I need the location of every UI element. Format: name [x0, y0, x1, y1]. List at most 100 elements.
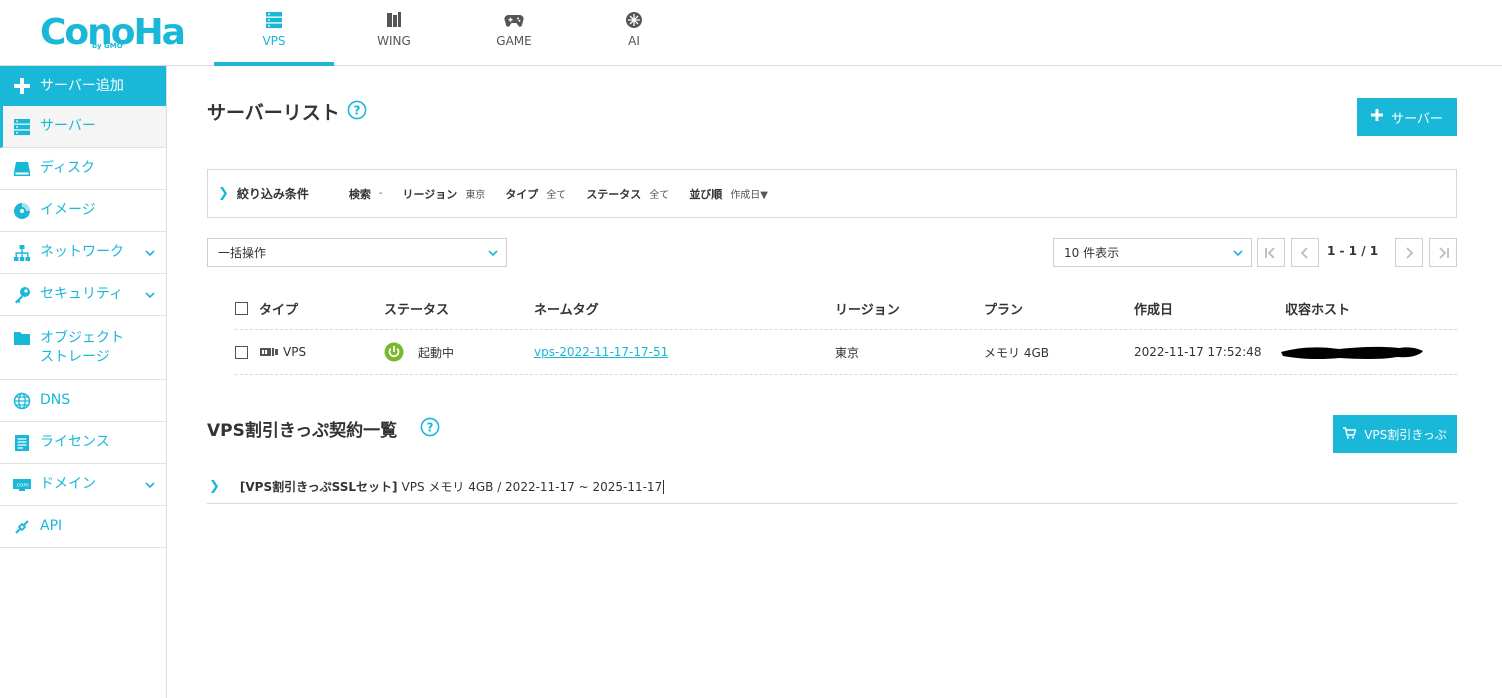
topnav-ai[interactable]: AI: [574, 0, 694, 66]
sidebar-item-network[interactable]: ネットワーク: [0, 232, 166, 274]
row-checkbox[interactable]: [235, 345, 248, 359]
row-name-tag-cell: vps-2022-11-17-17-51: [534, 330, 668, 374]
filter-search-key: 検索: [348, 187, 371, 201]
topnav-label: VPS: [262, 34, 286, 48]
add-server-button[interactable]: サーバー: [1357, 98, 1457, 136]
add-server-label: サーバー: [1391, 111, 1443, 127]
prev-page-button[interactable]: [1291, 238, 1319, 267]
sidebar-item-image[interactable]: イメージ: [0, 190, 166, 232]
row-created: 2022-11-17 17:52:48: [1134, 345, 1262, 359]
filter-region-value: 東京: [465, 190, 486, 201]
first-page-icon: [1265, 246, 1275, 259]
row-type: VPS: [283, 345, 307, 359]
col-plan[interactable]: プラン: [984, 288, 1023, 329]
bulk-action-select[interactable]: 一括操作: [207, 238, 507, 267]
row-type-cell: VPS: [259, 330, 306, 374]
sidebar-item-api[interactable]: API: [0, 506, 166, 548]
coupon-detail: VPS メモリ 4GB / 2022-11-17 ~ 2025-11-17: [401, 480, 663, 494]
sidebar-item-license[interactable]: ライセンス: [0, 422, 166, 464]
domain-icon: .com: [12, 475, 32, 495]
chevron-right-icon[interactable]: ❯: [209, 479, 220, 494]
sidebar-item-label: イメージ: [40, 202, 96, 218]
page-title: サーバーリスト: [207, 102, 340, 124]
next-page-button[interactable]: [1395, 238, 1423, 267]
chevron-down-icon: [145, 481, 155, 488]
server-name-link[interactable]: vps-2022-11-17-17-51: [534, 345, 668, 359]
topnav-vps[interactable]: VPS: [214, 0, 334, 66]
license-icon: [12, 433, 32, 453]
col-region[interactable]: リージョン: [835, 288, 900, 329]
server-table: タイプ ステータス ネームタグ リージョン プラン 作成日 収容ホスト VPS …: [235, 288, 1457, 375]
filter-sort-key: 並び順: [689, 187, 723, 201]
col-status[interactable]: ステータス: [384, 288, 449, 329]
disk-icon: [12, 159, 32, 179]
coupon-row[interactable]: ❯ [VPS割引きっぷSSLセット] VPS メモリ 4GB / 2022-11…: [207, 470, 1457, 504]
help-icon[interactable]: ?: [347, 100, 367, 120]
col-host[interactable]: 収容ホスト: [1285, 288, 1350, 329]
coupon-button[interactable]: VPS割引きっぷ: [1333, 415, 1457, 453]
wing-icon: [384, 10, 404, 30]
select-all-checkbox[interactable]: [235, 302, 248, 315]
per-page-select[interactable]: 10 件表示: [1053, 238, 1252, 267]
sidebar-item-object-storage[interactable]: オブジェクト ストレージ: [0, 316, 166, 380]
server-icon: [264, 10, 284, 30]
sidebar-item-label-line1: オブジェクト: [40, 329, 124, 346]
sidebar-item-disk[interactable]: ディスク: [0, 148, 166, 190]
bulk-action-value: 一括操作: [218, 246, 267, 260]
power-icon: [384, 342, 404, 362]
key-icon: [12, 285, 32, 305]
col-created[interactable]: 作成日: [1134, 288, 1173, 329]
gamepad-icon: [504, 10, 524, 30]
sidebar-item-security[interactable]: セキュリティ: [0, 274, 166, 316]
pagination-status: 1 - 1 / 1: [1327, 244, 1379, 258]
sidebar-item-label: セキュリティ: [40, 286, 124, 302]
sidebar-item-add-server[interactable]: サーバー追加: [0, 66, 166, 106]
api-icon: [12, 517, 32, 537]
coupon-section-title: VPS割引きっぷ契約一覧: [207, 421, 398, 441]
sidebar: サーバー追加 サーバー ディスク イメージ ネットワーク セキュリティ オブジェ…: [0, 66, 167, 698]
row-region: 東京: [835, 345, 860, 360]
logo-sub: by GMO: [92, 42, 123, 50]
last-page-button[interactable]: [1429, 238, 1457, 267]
sidebar-item-dns[interactable]: DNS: [0, 380, 166, 422]
row-status: 起動中: [418, 345, 455, 360]
sidebar-item-label: ドメイン: [40, 476, 96, 492]
coupon-name: [VPS割引きっぷSSLセット]: [239, 480, 398, 494]
chevron-right-icon: [1406, 246, 1414, 259]
last-page-icon: [1439, 246, 1449, 259]
top-nav: VPS WING GAME AI: [214, 0, 694, 66]
first-page-button[interactable]: [1257, 238, 1285, 267]
table-row[interactable]: VPS 起動中 vps-2022-11-17-17-51 東京 メモリ 4GB …: [235, 330, 1457, 375]
sidebar-item-label: API: [40, 518, 63, 534]
sidebar-item-domain[interactable]: .com ドメイン: [0, 464, 166, 506]
top-bar: ConoHa by GMO VPS WING GAME AI: [0, 0, 1502, 66]
col-type[interactable]: タイプ: [259, 288, 298, 329]
filter-search-value: -: [378, 188, 383, 199]
table-header: タイプ ステータス ネームタグ リージョン プラン 作成日 収容ホスト: [235, 288, 1457, 330]
filter-sort-value: 作成日▼: [730, 190, 769, 201]
col-name-tag[interactable]: ネームタグ: [534, 288, 599, 329]
conoha-logo[interactable]: ConoHa by GMO: [40, 12, 186, 54]
help-icon[interactable]: ?: [420, 417, 440, 437]
sidebar-item-label: サーバー: [40, 118, 96, 134]
sidebar-item-server[interactable]: サーバー: [0, 106, 166, 148]
row-plan: メモリ 4GB: [984, 345, 1049, 360]
filter-title: 絞り込み条件: [236, 187, 309, 201]
filter-type-key: タイプ: [505, 187, 539, 201]
chevron-right-icon[interactable]: ❯: [218, 186, 229, 201]
topnav-wing[interactable]: WING: [334, 0, 454, 66]
per-page-value: 10 件表示: [1064, 246, 1120, 260]
chevron-down-icon: [1233, 250, 1243, 257]
sidebar-item-label: ネットワーク: [40, 244, 124, 260]
svg-text:?: ?: [427, 421, 434, 435]
image-disc-icon: [12, 201, 32, 221]
filter-panel[interactable]: ❯ 絞り込み条件 検索 - リージョン 東京 タイプ 全て ステータス 全て 並…: [207, 169, 1457, 218]
chevron-down-icon: [145, 291, 155, 298]
globe-icon: [12, 391, 32, 411]
ai-icon: [624, 10, 644, 30]
svg-text:?: ?: [354, 104, 361, 118]
chevron-down-icon: [488, 250, 498, 257]
sidebar-item-label: ライセンス: [40, 434, 110, 450]
topnav-game[interactable]: GAME: [454, 0, 574, 66]
cart-icon: [1343, 426, 1357, 442]
